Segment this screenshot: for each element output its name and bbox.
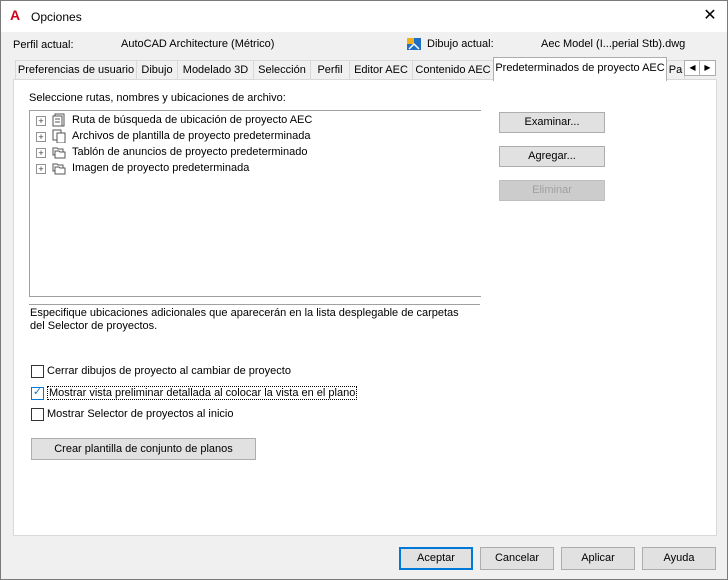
tab-modelado-3d[interactable]: Modelado 3D [177,60,254,80]
add-button[interactable]: Agregar... [499,146,605,167]
profile-label: Perfil actual: [13,39,74,51]
show-project-browser-checkbox[interactable] [31,408,44,421]
folder-stack-icon [52,161,66,175]
close-drawings-checkbox[interactable] [31,365,44,378]
window-title: Opciones [31,10,82,24]
detailed-preview-checkbox[interactable]: ✓ [31,386,44,400]
file-locations-tree[interactable]: + Ruta de búsqueda de ubicación de proye… [29,110,481,297]
tree-item-label: Ruta de búsqueda de ubicación de proyect… [72,114,313,126]
cancel-button[interactable]: Cancelar [480,547,554,570]
tree-item-label: Archivos de plantilla de proyecto predet… [72,130,311,142]
tab-scroll-right-icon[interactable]: ▶ [699,60,716,76]
drawing-label: Dibujo actual: [427,38,494,50]
tab-pa[interactable]: Pa [666,60,685,80]
tab-contenido-aec[interactable]: Contenido AEC [412,60,494,80]
tab-perfil[interactable]: Perfil [310,60,350,80]
drawing-value: Aec Model (I...perial Stb).dwg [541,38,686,50]
tab-panel: Seleccione rutas, nombres y ubicaciones … [13,79,717,536]
title-bar: A Opciones ✕ [1,1,727,32]
show-project-browser-label[interactable]: Mostrar Selector de proyectos al inicio [47,408,233,420]
tab-seleccion[interactable]: Selección [253,60,311,80]
browse-button[interactable]: Examinar... [499,112,605,133]
detailed-preview-label[interactable]: Mostrar vista preliminar detallada al co… [47,386,358,400]
tree-label: Seleccione rutas, nombres y ubicaciones … [29,92,286,104]
checkmark-icon: ✓ [32,386,43,398]
description-text: Especifique ubicaciones adicionales que … [30,307,459,332]
help-button[interactable]: Ayuda [642,547,716,570]
expand-icon[interactable]: + [36,116,46,126]
autocad-logo-icon: A [10,7,21,23]
options-dialog: A Opciones ✕ Perfil actual: AutoCAD Arch… [0,0,728,580]
tab-preferencias-usuario[interactable]: Preferencias de usuario [15,60,137,80]
close-drawings-label[interactable]: Cerrar dibujos de proyecto al cambiar de… [47,365,291,377]
drawing-icon [406,36,422,52]
profile-value: AutoCAD Architecture (Métrico) [121,38,275,50]
expand-icon[interactable]: + [36,132,46,142]
tree-item-label: Imagen de proyecto predeterminada [72,162,250,174]
remove-button[interactable]: Eliminar [499,180,605,201]
document-stack-icon [52,113,66,127]
expand-icon[interactable]: + [36,164,46,174]
expand-icon[interactable]: + [36,148,46,158]
create-sheet-set-template-button[interactable]: Crear plantilla de conjunto de planos [31,438,256,460]
template-files-icon [52,129,66,144]
close-icon[interactable]: ✕ [699,5,721,27]
accept-button[interactable]: Aceptar [399,547,473,570]
folder-stack-icon [52,145,66,159]
description-box: Especifique ubicaciones adicionales que … [29,304,480,358]
tab-dibujo[interactable]: Dibujo [136,60,178,80]
tree-item-label: Tablón de anuncios de proyecto predeterm… [72,146,308,158]
apply-button[interactable]: Aplicar [561,547,635,570]
tab-predeterminados-proyecto-aec[interactable]: Predeterminados de proyecto AEC [493,57,667,81]
tab-editor-aec[interactable]: Editor AEC [349,60,413,80]
